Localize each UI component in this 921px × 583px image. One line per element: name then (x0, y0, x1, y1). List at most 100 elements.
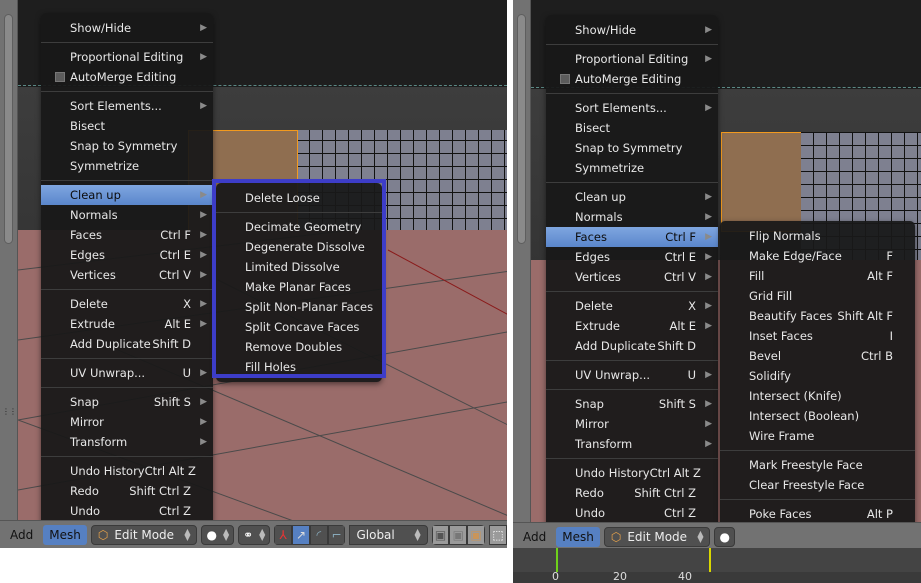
menu-item-normals[interactable]: Normals ▶ (546, 207, 718, 227)
menu-item-add-duplicate[interactable]: Add Duplicate Shift D (41, 334, 213, 354)
menu-item-uv-unwrap[interactable]: UV Unwrap... U ▶ (41, 363, 213, 383)
add-menu[interactable]: Add (4, 525, 39, 545)
menu-item-edges[interactable]: Edges Ctrl E ▶ (546, 247, 718, 267)
menu-item-clean-up[interactable]: Clean up ▶ (41, 185, 213, 205)
menu-item-symmetrize[interactable]: Symmetrize (41, 156, 213, 176)
checkbox-icon[interactable] (560, 74, 570, 84)
menu-item-flip-normals[interactable]: Flip Normals (720, 226, 915, 246)
menu-item-intersect-boolean[interactable]: Intersect (Boolean) (720, 406, 915, 426)
menu-item-transform[interactable]: Transform ▶ (41, 432, 213, 452)
tool-shelf-scrollbar[interactable] (4, 14, 13, 244)
mode-selector[interactable]: ⬡ Edit Mode ▲ ▼ (603, 526, 711, 547)
menu-item-vertices[interactable]: Vertices Ctrl V ▶ (546, 267, 718, 287)
menu-item-extrude[interactable]: Extrude Alt E ▶ (546, 316, 718, 336)
menu-item-redo[interactable]: Redo Shift Ctrl Z (546, 483, 718, 503)
menu-item-automerge-editing[interactable]: AutoMerge Editing (546, 69, 718, 89)
menu-item-label: Add Duplicate (575, 339, 656, 353)
menu-item-sort-elements[interactable]: Sort Elements... ▶ (41, 96, 213, 116)
menu-item-clear-freestyle-face[interactable]: Clear Freestyle Face (720, 475, 915, 495)
pivot-point-selector[interactable]: ⚭ ▲ ▼ (238, 524, 271, 545)
menu-item-bevel[interactable]: Bevel Ctrl B (720, 346, 915, 366)
mesh-menu-button[interactable]: Mesh (556, 526, 600, 547)
menu-item-extrude[interactable]: Extrude Alt E ▶ (41, 314, 213, 334)
menu-item-mark-freestyle-face[interactable]: Mark Freestyle Face (720, 455, 915, 475)
menu-item-label: Undo (70, 504, 101, 518)
rotate-manipulator-icon[interactable]: ◜ (309, 524, 328, 545)
menu-item-proportional-editing[interactable]: Proportional Editing ▶ (41, 47, 213, 67)
menu-item-redo[interactable]: Redo Shift Ctrl Z (41, 481, 213, 501)
menu-item-label: Poke Faces (749, 507, 812, 521)
translate-manipulator-icon[interactable]: ↗ (292, 524, 310, 545)
vertex-select-icon[interactable]: ▣ (431, 524, 450, 545)
select-mode-group: ▣ ▣ ▣ (431, 524, 485, 545)
menu-item-bisect[interactable]: Bisect (546, 118, 718, 138)
menu-item-clean-up[interactable]: Clean up ▶ (546, 187, 718, 207)
menu-item-bisect[interactable]: Bisect (41, 116, 213, 136)
menu-item-sort-elements[interactable]: Sort Elements... ▶ (546, 98, 718, 118)
menu-item-transform[interactable]: Transform ▶ (546, 434, 718, 454)
menu-item-delete[interactable]: Delete X ▶ (546, 296, 718, 316)
mode-selector[interactable]: ⬡ Edit Mode ▲ ▼ (90, 524, 198, 545)
solid-sphere-icon: ● (206, 527, 217, 542)
face-select-icon[interactable]: ▣ (467, 524, 485, 545)
menu-item-fill[interactable]: Fill Alt F (720, 266, 915, 286)
menu-item-label: Fill (749, 269, 765, 283)
menu-item-mirror[interactable]: Mirror ▶ (41, 412, 213, 432)
menu-item-edges[interactable]: Edges Ctrl E ▶ (41, 245, 213, 265)
menu-item-snap-to-symmetry[interactable]: Snap to Symmetry (546, 138, 718, 158)
menu-item-label: Transform (575, 437, 633, 451)
menu-item-label: Solidify (749, 369, 791, 383)
menu-separator (720, 499, 915, 500)
menu-item-label: Vertices (575, 270, 621, 284)
manipulator-toggle-icon[interactable]: ⅄ (274, 524, 293, 545)
viewport-shading-selector[interactable]: ● (714, 526, 735, 547)
add-menu[interactable]: Add (517, 527, 552, 547)
menu-item-undo-history[interactable]: Undo History Ctrl Alt Z (546, 463, 718, 483)
menu-item-uv-unwrap[interactable]: UV Unwrap... U ▶ (546, 365, 718, 385)
menu-item-undo[interactable]: Undo Ctrl Z (41, 501, 213, 521)
menu-item-snap-to-symmetry[interactable]: Snap to Symmetry (41, 136, 213, 156)
menu-item-vertices[interactable]: Vertices Ctrl V ▶ (41, 265, 213, 285)
menu-item-mirror[interactable]: Mirror ▶ (546, 414, 718, 434)
menu-item-snap[interactable]: Snap Shift S ▶ (41, 392, 213, 412)
menu-item-beautify-faces[interactable]: Beautify Faces Shift Alt F (720, 306, 915, 326)
menu-item-show-hide[interactable]: Show/Hide ▶ (546, 20, 718, 40)
mesh-menu-button[interactable]: Mesh (43, 524, 87, 545)
limit-selection-icon[interactable]: ⬚ (488, 524, 507, 545)
menu-item-delete[interactable]: Delete X ▶ (41, 294, 213, 314)
menu-separator (720, 450, 915, 451)
menu-item-undo[interactable]: Undo Ctrl Z (546, 503, 718, 523)
transform-orientation-selector[interactable]: Global ▲ ▼ (349, 524, 428, 545)
menu-item-poke-faces[interactable]: Poke Faces Alt P (720, 504, 915, 524)
menu-item-faces[interactable]: Faces Ctrl F ▶ (546, 227, 718, 247)
menu-item-label: Grid Fill (749, 289, 793, 303)
menu-item-add-duplicate[interactable]: Add Duplicate Shift D (546, 336, 718, 356)
tool-shelf-scrollbar[interactable] (517, 14, 526, 244)
menu-item-label: Sort Elements... (575, 101, 667, 115)
tool-shelf (513, 0, 531, 548)
menu-item-intersect-knife[interactable]: Intersect (Knife) (720, 386, 915, 406)
menu-item-label: Bisect (70, 119, 105, 133)
menu-item-solidify[interactable]: Solidify (720, 366, 915, 386)
menu-item-undo-history[interactable]: Undo History Ctrl Alt Z (41, 461, 213, 481)
shortcut-label: Ctrl B (860, 349, 893, 363)
menu-separator (546, 360, 718, 361)
menu-item-grid-fill[interactable]: Grid Fill (720, 286, 915, 306)
menu-item-automerge-editing[interactable]: AutoMerge Editing (41, 67, 213, 87)
timeline[interactable]: 0 20 40 (513, 548, 921, 583)
menu-item-symmetrize[interactable]: Symmetrize (546, 158, 718, 178)
submenu-arrow-icon: ▶ (200, 230, 207, 240)
menu-item-show-hide[interactable]: Show/Hide ▶ (41, 18, 213, 38)
checkbox-icon[interactable] (55, 72, 65, 82)
viewport-shading-selector[interactable]: ● ▲ ▼ (201, 524, 235, 545)
menu-item-proportional-editing[interactable]: Proportional Editing ▶ (546, 49, 718, 69)
edge-select-icon[interactable]: ▣ (449, 524, 468, 545)
menu-item-wire-frame[interactable]: Wire Frame (720, 426, 915, 446)
scale-manipulator-icon[interactable]: ⌐ (327, 524, 346, 545)
menu-item-normals[interactable]: Normals ▶ (41, 205, 213, 225)
shortcut-label: Ctrl V (664, 270, 696, 284)
menu-item-faces[interactable]: Faces Ctrl F ▶ (41, 225, 213, 245)
menu-item-snap[interactable]: Snap Shift S ▶ (546, 394, 718, 414)
menu-item-inset-faces[interactable]: Inset Faces I (720, 326, 915, 346)
menu-item-make-edge-face[interactable]: Make Edge/Face F (720, 246, 915, 266)
